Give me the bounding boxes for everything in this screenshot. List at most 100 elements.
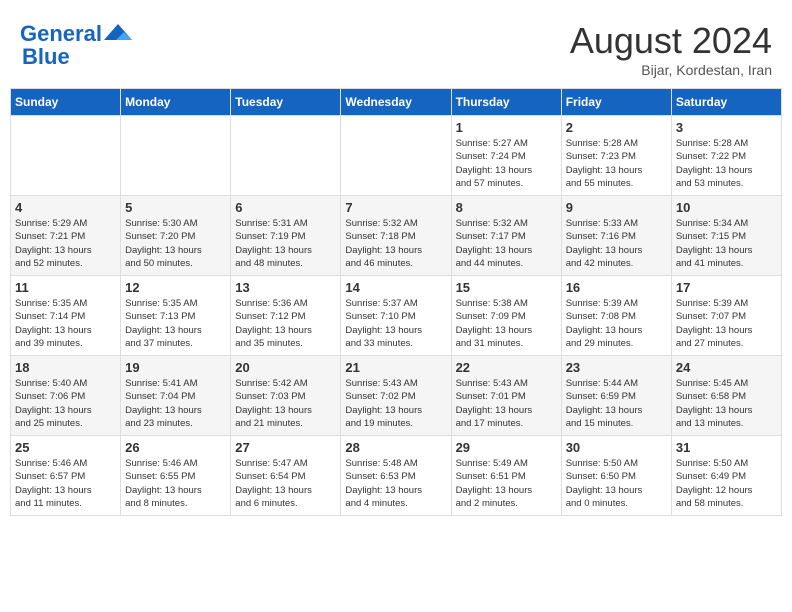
day-number: 31	[676, 440, 777, 455]
calendar-cell	[11, 116, 121, 196]
calendar-cell	[121, 116, 231, 196]
title-block: August 2024 Bijar, Kordestan, Iran	[570, 20, 772, 78]
calendar-cell: 6 Sunrise: 5:31 AM Sunset: 7:19 PM Daylig…	[231, 196, 341, 276]
day-number: 8	[456, 200, 557, 215]
month-title: August 2024	[570, 20, 772, 62]
day-info: Sunrise: 5:34 AM Sunset: 7:15 PM Dayligh…	[676, 217, 777, 270]
day-info: Sunrise: 5:40 AM Sunset: 7:06 PM Dayligh…	[15, 377, 116, 430]
calendar-cell: 21 Sunrise: 5:43 AM Sunset: 7:02 PM Dayli…	[341, 356, 451, 436]
day-number: 1	[456, 120, 557, 135]
day-info: Sunrise: 5:30 AM Sunset: 7:20 PM Dayligh…	[125, 217, 226, 270]
day-info: Sunrise: 5:38 AM Sunset: 7:09 PM Dayligh…	[456, 297, 557, 350]
calendar-cell	[231, 116, 341, 196]
page-header: General Blue August 2024 Bijar, Kordesta…	[10, 10, 782, 83]
day-info: Sunrise: 5:32 AM Sunset: 7:17 PM Dayligh…	[456, 217, 557, 270]
day-info: Sunrise: 5:28 AM Sunset: 7:22 PM Dayligh…	[676, 137, 777, 190]
calendar-table: SundayMondayTuesdayWednesdayThursdayFrid…	[10, 88, 782, 516]
day-info: Sunrise: 5:31 AM Sunset: 7:19 PM Dayligh…	[235, 217, 336, 270]
day-number: 11	[15, 280, 116, 295]
calendar-cell: 20 Sunrise: 5:42 AM Sunset: 7:03 PM Dayli…	[231, 356, 341, 436]
weekday-header-thursday: Thursday	[451, 89, 561, 116]
day-info: Sunrise: 5:46 AM Sunset: 6:55 PM Dayligh…	[125, 457, 226, 510]
logo: General Blue	[20, 20, 132, 70]
day-number: 23	[566, 360, 667, 375]
calendar-cell: 27Sunrise: 5:47 AM Sunset: 6:54 PM Dayli…	[231, 436, 341, 516]
location-subtitle: Bijar, Kordestan, Iran	[570, 62, 772, 78]
calendar-cell: 16Sunrise: 5:39 AM Sunset: 7:08 PM Dayli…	[561, 276, 671, 356]
day-number: 13	[235, 280, 336, 295]
day-number: 25	[15, 440, 116, 455]
calendar-cell: 19 Sunrise: 5:41 AM Sunset: 7:04 PM Dayli…	[121, 356, 231, 436]
day-info: Sunrise: 5:29 AM Sunset: 7:21 PM Dayligh…	[15, 217, 116, 270]
calendar-cell: 4 Sunrise: 5:29 AM Sunset: 7:21 PM Daylig…	[11, 196, 121, 276]
calendar-cell: 24Sunrise: 5:45 AM Sunset: 6:58 PM Dayli…	[671, 356, 781, 436]
day-info: Sunrise: 5:41 AM Sunset: 7:04 PM Dayligh…	[125, 377, 226, 430]
day-info: Sunrise: 5:36 AM Sunset: 7:12 PM Dayligh…	[235, 297, 336, 350]
calendar-cell: 28 Sunrise: 5:48 AM Sunset: 6:53 PM Dayli…	[341, 436, 451, 516]
day-info: Sunrise: 5:43 AM Sunset: 7:02 PM Dayligh…	[345, 377, 446, 430]
calendar-cell: 17 Sunrise: 5:39 AM Sunset: 7:07 PM Dayli…	[671, 276, 781, 356]
day-number: 16	[566, 280, 667, 295]
weekday-header-saturday: Saturday	[671, 89, 781, 116]
calendar-week-row: 25 Sunrise: 5:46 AM Sunset: 6:57 PM Dayli…	[11, 436, 782, 516]
day-number: 22	[456, 360, 557, 375]
day-info: Sunrise: 5:50 AM Sunset: 6:50 PM Dayligh…	[566, 457, 667, 510]
day-info: Sunrise: 5:42 AM Sunset: 7:03 PM Dayligh…	[235, 377, 336, 430]
calendar-cell	[341, 116, 451, 196]
day-info: Sunrise: 5:48 AM Sunset: 6:53 PM Dayligh…	[345, 457, 446, 510]
day-info: Sunrise: 5:32 AM Sunset: 7:18 PM Dayligh…	[345, 217, 446, 270]
weekday-header-row: SundayMondayTuesdayWednesdayThursdayFrid…	[11, 89, 782, 116]
day-number: 3	[676, 120, 777, 135]
day-number: 30	[566, 440, 667, 455]
calendar-cell: 3 Sunrise: 5:28 AM Sunset: 7:22 PM Daylig…	[671, 116, 781, 196]
day-info: Sunrise: 5:27 AM Sunset: 7:24 PM Dayligh…	[456, 137, 557, 190]
day-info: Sunrise: 5:37 AM Sunset: 7:10 PM Dayligh…	[345, 297, 446, 350]
day-number: 29	[456, 440, 557, 455]
day-number: 19	[125, 360, 226, 375]
calendar-cell: 10Sunrise: 5:34 AM Sunset: 7:15 PM Dayli…	[671, 196, 781, 276]
day-number: 17	[676, 280, 777, 295]
weekday-header-wednesday: Wednesday	[341, 89, 451, 116]
calendar-week-row: 4 Sunrise: 5:29 AM Sunset: 7:21 PM Daylig…	[11, 196, 782, 276]
day-info: Sunrise: 5:49 AM Sunset: 6:51 PM Dayligh…	[456, 457, 557, 510]
day-number: 14	[345, 280, 446, 295]
weekday-header-tuesday: Tuesday	[231, 89, 341, 116]
calendar-week-row: 11 Sunrise: 5:35 AM Sunset: 7:14 PM Dayli…	[11, 276, 782, 356]
day-number: 2	[566, 120, 667, 135]
day-number: 6	[235, 200, 336, 215]
day-number: 5	[125, 200, 226, 215]
calendar-week-row: 1 Sunrise: 5:27 AM Sunset: 7:24 PM Daylig…	[11, 116, 782, 196]
calendar-cell: 18Sunrise: 5:40 AM Sunset: 7:06 PM Dayli…	[11, 356, 121, 436]
day-info: Sunrise: 5:39 AM Sunset: 7:07 PM Dayligh…	[676, 297, 777, 350]
day-info: Sunrise: 5:28 AM Sunset: 7:23 PM Dayligh…	[566, 137, 667, 190]
day-number: 15	[456, 280, 557, 295]
day-info: Sunrise: 5:44 AM Sunset: 6:59 PM Dayligh…	[566, 377, 667, 430]
logo-icon	[104, 20, 132, 48]
day-number: 28	[345, 440, 446, 455]
calendar-cell: 11 Sunrise: 5:35 AM Sunset: 7:14 PM Dayli…	[11, 276, 121, 356]
calendar-cell: 25 Sunrise: 5:46 AM Sunset: 6:57 PM Dayli…	[11, 436, 121, 516]
calendar-cell: 1 Sunrise: 5:27 AM Sunset: 7:24 PM Daylig…	[451, 116, 561, 196]
calendar-week-row: 18Sunrise: 5:40 AM Sunset: 7:06 PM Dayli…	[11, 356, 782, 436]
day-info: Sunrise: 5:43 AM Sunset: 7:01 PM Dayligh…	[456, 377, 557, 430]
day-info: Sunrise: 5:35 AM Sunset: 7:13 PM Dayligh…	[125, 297, 226, 350]
day-info: Sunrise: 5:35 AM Sunset: 7:14 PM Dayligh…	[15, 297, 116, 350]
day-number: 4	[15, 200, 116, 215]
day-number: 24	[676, 360, 777, 375]
weekday-header-friday: Friday	[561, 89, 671, 116]
day-number: 27	[235, 440, 336, 455]
day-number: 21	[345, 360, 446, 375]
weekday-header-monday: Monday	[121, 89, 231, 116]
day-number: 7	[345, 200, 446, 215]
calendar-cell: 30 Sunrise: 5:50 AM Sunset: 6:50 PM Dayli…	[561, 436, 671, 516]
day-number: 20	[235, 360, 336, 375]
logo-text: General	[20, 22, 102, 46]
calendar-cell: 5 Sunrise: 5:30 AM Sunset: 7:20 PM Daylig…	[121, 196, 231, 276]
day-info: Sunrise: 5:50 AM Sunset: 6:49 PM Dayligh…	[676, 457, 777, 510]
calendar-cell: 15 Sunrise: 5:38 AM Sunset: 7:09 PM Dayli…	[451, 276, 561, 356]
day-info: Sunrise: 5:46 AM Sunset: 6:57 PM Dayligh…	[15, 457, 116, 510]
calendar-cell: 7 Sunrise: 5:32 AM Sunset: 7:18 PM Daylig…	[341, 196, 451, 276]
calendar-cell: 8 Sunrise: 5:32 AM Sunset: 7:17 PM Daylig…	[451, 196, 561, 276]
day-number: 9	[566, 200, 667, 215]
weekday-header-sunday: Sunday	[11, 89, 121, 116]
